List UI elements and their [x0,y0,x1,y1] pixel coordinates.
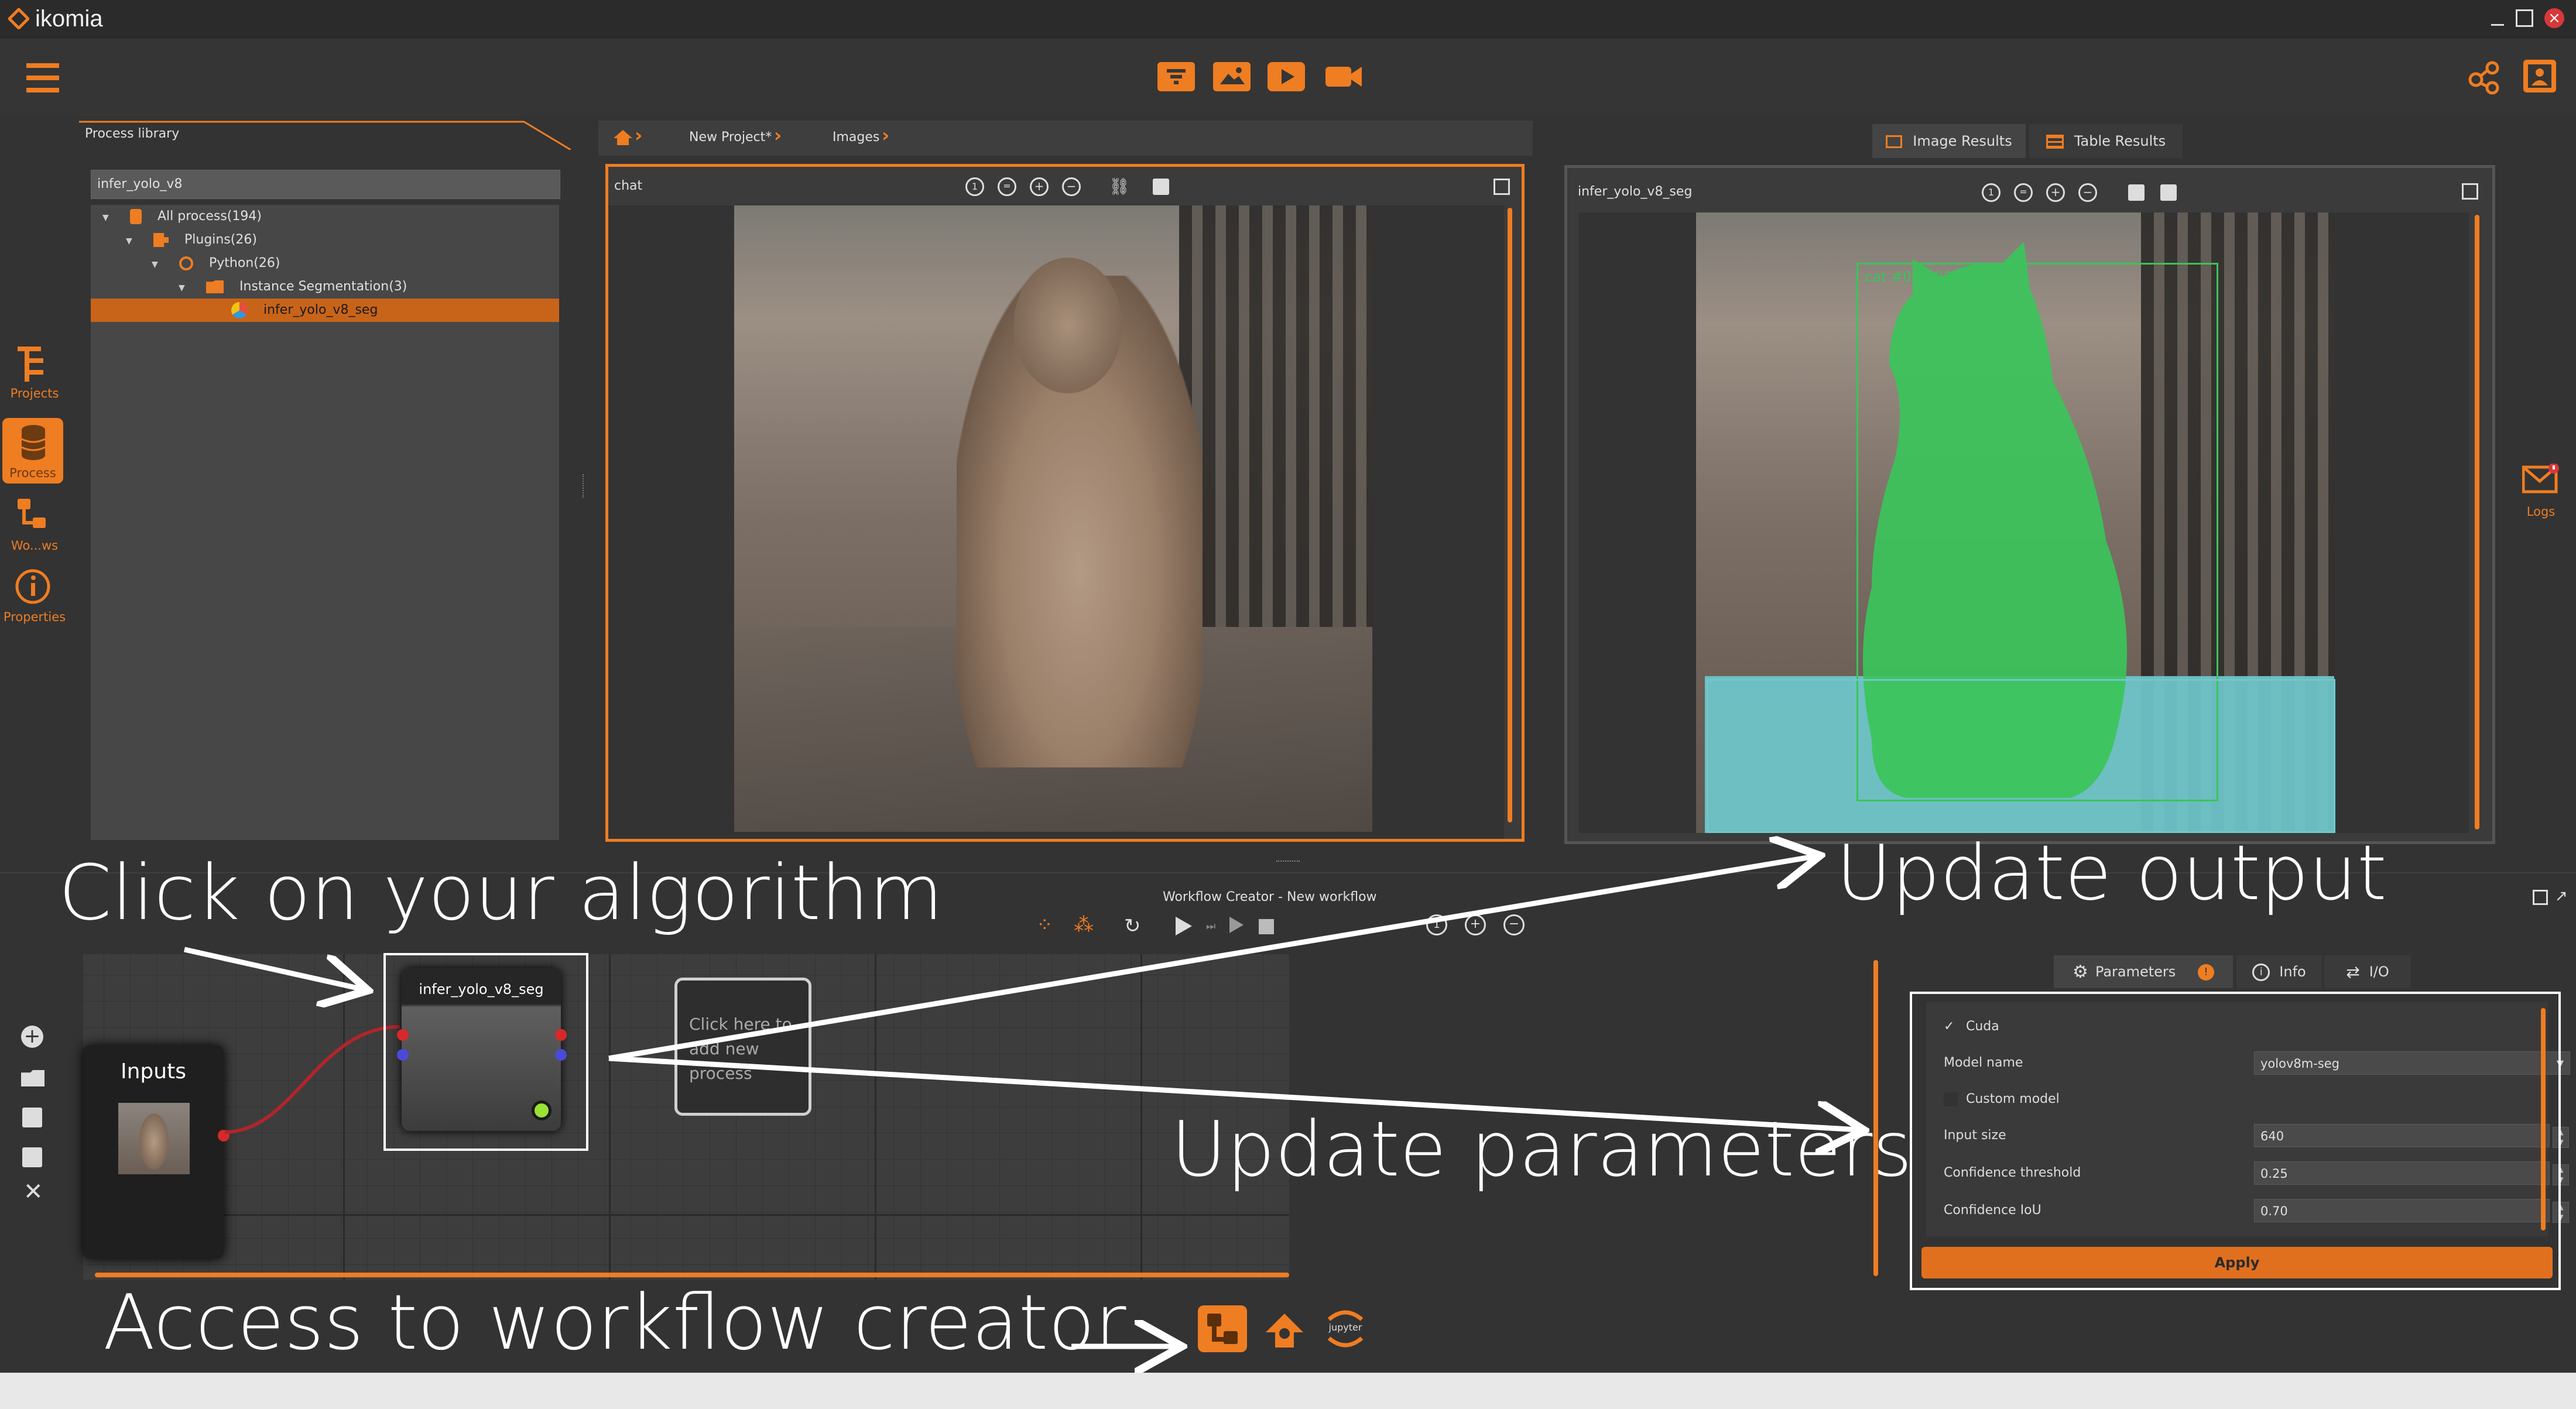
annotation-update-output: Update output [1836,828,2387,917]
status-bar [0,1373,2576,1409]
annotation-click-algo: Click on your algorithm [59,848,943,937]
arrow-to-algo [184,947,363,989]
annotation-access-workflow: Access to workflow creator [103,1278,1126,1367]
annotation-arrows [184,0,2576,1409]
annotation-update-params: Update parameters [1171,1105,1913,1194]
